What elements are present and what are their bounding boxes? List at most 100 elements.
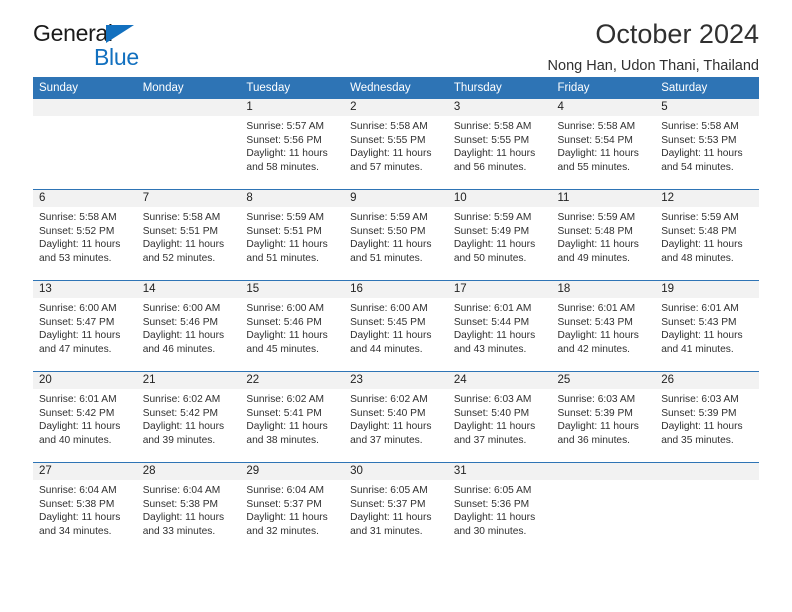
- sunrise-text: Sunrise: 5:57 AM: [246, 121, 324, 132]
- day-cell-inner: 17 Sunrise: 6:01 AM Sunset: 5:44 PM Dayligh…: [447, 281, 552, 371]
- day-cell-inner: [551, 463, 656, 553]
- sunrise-text: Sunrise: 6:01 AM: [39, 394, 117, 405]
- day-cell[interactable]: 10 Sunrise: 5:59 AM Sunset: 5:49 PM Dayligh…: [447, 189, 552, 281]
- day-number: 6: [33, 190, 137, 207]
- day-cell[interactable]: 4 Sunrise: 5:58 AM Sunset: 5:54 PM Daylight…: [551, 99, 656, 190]
- day-cell[interactable]: 27 Sunrise: 6:04 AM Sunset: 5:38 PM Dayligh…: [33, 462, 137, 553]
- day-cell[interactable]: 29 Sunrise: 6:04 AM Sunset: 5:37 PM Dayligh…: [240, 462, 345, 553]
- day-cell[interactable]: 1 Sunrise: 5:57 AM Sunset: 5:56 PM Daylight…: [240, 99, 345, 190]
- daylight-text-line2: and 32 minutes.: [246, 525, 319, 537]
- day-cell[interactable]: 21 Sunrise: 6:02 AM Sunset: 5:42 PM Dayligh…: [136, 371, 241, 463]
- day-sun-info: Sunrise: 5:58 AM Sunset: 5:55 PM Daylight:…: [344, 116, 448, 174]
- weekday-header-monday: Monday: [136, 77, 241, 99]
- day-cell[interactable]: 24 Sunrise: 6:03 AM Sunset: 5:40 PM Dayligh…: [447, 371, 552, 463]
- sunrise-text: Sunrise: 6:03 AM: [453, 394, 532, 405]
- day-number: 24: [447, 372, 552, 389]
- sunset-text: Sunset: 5:46 PM: [142, 316, 219, 328]
- day-cell-inner: [136, 99, 241, 189]
- day-cell[interactable]: 8 Sunrise: 5:59 AM Sunset: 5:51 PM Daylight…: [240, 189, 345, 281]
- day-cell[interactable]: 17 Sunrise: 6:01 AM Sunset: 5:44 PM Dayligh…: [447, 280, 552, 372]
- day-cell[interactable]: 22 Sunrise: 6:02 AM Sunset: 5:41 PM Dayligh…: [240, 371, 345, 463]
- day-number: 2: [344, 99, 448, 116]
- day-cell[interactable]: 25 Sunrise: 6:03 AM Sunset: 5:39 PM Dayligh…: [551, 371, 656, 463]
- sunset-text: Sunset: 5:48 PM: [661, 225, 737, 237]
- day-number: 18: [551, 281, 656, 298]
- day-number: [655, 463, 759, 480]
- day-cell[interactable]: 26 Sunrise: 6:03 AM Sunset: 5:39 PM Dayligh…: [655, 371, 759, 463]
- daylight-text-line2: and 46 minutes.: [142, 343, 216, 355]
- weekday-header-wednesday: Wednesday: [344, 77, 448, 99]
- day-sun-info: Sunrise: 6:02 AM Sunset: 5:40 PM Daylight:…: [344, 389, 448, 447]
- daylight-text-line2: and 39 minutes.: [142, 434, 216, 446]
- day-number: 12: [655, 190, 759, 207]
- day-sun-info: Sunrise: 5:58 AM Sunset: 5:55 PM Daylight:…: [448, 116, 552, 174]
- day-cell-inner: 22 Sunrise: 6:02 AM Sunset: 5:41 PM Dayligh…: [240, 372, 345, 462]
- sunset-text: Sunset: 5:56 PM: [246, 134, 322, 146]
- daylight-text-line2: and 47 minutes.: [39, 343, 112, 355]
- day-cell-inner: 5 Sunrise: 5:58 AM Sunset: 5:53 PM Daylight…: [655, 99, 759, 189]
- sunrise-text: Sunrise: 5:58 AM: [661, 121, 739, 132]
- daylight-text-line1: Daylight: 11 hours: [453, 148, 536, 160]
- day-cell[interactable]: 23 Sunrise: 6:02 AM Sunset: 5:40 PM Dayligh…: [344, 371, 448, 463]
- day-cell[interactable]: 30 Sunrise: 6:05 AM Sunset: 5:37 PM Dayligh…: [344, 462, 448, 553]
- day-cell[interactable]: 11 Sunrise: 5:59 AM Sunset: 5:48 PM Dayligh…: [551, 189, 656, 281]
- day-sun-info: Sunrise: 6:04 AM Sunset: 5:38 PM Daylight:…: [137, 480, 241, 538]
- day-cell-inner: 15 Sunrise: 6:00 AM Sunset: 5:46 PM Dayligh…: [240, 281, 345, 371]
- day-cell[interactable]: 31 Sunrise: 6:05 AM Sunset: 5:36 PM Dayligh…: [447, 462, 552, 553]
- day-cell-inner: 29 Sunrise: 6:04 AM Sunset: 5:37 PM Dayligh…: [240, 463, 345, 553]
- day-sun-info: Sunrise: 6:01 AM Sunset: 5:43 PM Daylight:…: [552, 298, 656, 356]
- daylight-text-line1: Daylight: 11 hours: [142, 421, 225, 433]
- day-cell[interactable]: 18 Sunrise: 6:01 AM Sunset: 5:43 PM Dayligh…: [551, 280, 656, 372]
- weekday-header-tuesday: Tuesday: [240, 77, 345, 99]
- day-cell[interactable]: 5 Sunrise: 5:58 AM Sunset: 5:53 PM Daylight…: [655, 99, 759, 190]
- day-cell-inner: 28 Sunrise: 6:04 AM Sunset: 5:38 PM Dayligh…: [136, 463, 241, 553]
- day-cell-inner: 8 Sunrise: 5:59 AM Sunset: 5:51 PM Daylight…: [240, 190, 345, 280]
- day-sun-info: Sunrise: 6:00 AM Sunset: 5:46 PM Daylight:…: [137, 298, 241, 356]
- day-cell[interactable]: 28 Sunrise: 6:04 AM Sunset: 5:38 PM Dayligh…: [136, 462, 241, 553]
- sunrise-text: Sunrise: 6:03 AM: [557, 394, 636, 405]
- daylight-text-line1: Daylight: 11 hours: [246, 512, 328, 524]
- sunset-text: Sunset: 5:39 PM: [661, 407, 737, 419]
- day-cell[interactable]: 12 Sunrise: 5:59 AM Sunset: 5:48 PM Dayligh…: [655, 189, 759, 281]
- day-cell[interactable]: 6 Sunrise: 5:58 AM Sunset: 5:52 PM Daylight…: [33, 189, 137, 281]
- sunset-text: Sunset: 5:48 PM: [557, 225, 633, 237]
- sunrise-text: Sunrise: 6:04 AM: [246, 485, 324, 496]
- day-cell[interactable]: 14 Sunrise: 6:00 AM Sunset: 5:46 PM Dayligh…: [136, 280, 241, 372]
- daylight-text-line1: Daylight: 11 hours: [350, 330, 432, 342]
- day-number: 4: [551, 99, 656, 116]
- day-cell[interactable]: 7 Sunrise: 5:58 AM Sunset: 5:51 PM Daylight…: [136, 189, 241, 281]
- day-number: 19: [655, 281, 759, 298]
- day-number: 31: [447, 463, 552, 480]
- day-cell-inner: 4 Sunrise: 5:58 AM Sunset: 5:54 PM Daylight…: [551, 99, 656, 189]
- sunrise-text: Sunrise: 5:58 AM: [142, 212, 221, 223]
- daylight-text-line1: Daylight: 11 hours: [661, 148, 743, 160]
- day-number: 25: [551, 372, 656, 389]
- day-cell[interactable]: 3 Sunrise: 5:58 AM Sunset: 5:55 PM Daylight…: [447, 99, 552, 190]
- day-number: 21: [136, 372, 241, 389]
- day-cell[interactable]: 13 Sunrise: 6:00 AM Sunset: 5:47 PM Dayligh…: [33, 280, 137, 372]
- day-cell[interactable]: 19 Sunrise: 6:01 AM Sunset: 5:43 PM Dayligh…: [655, 280, 759, 372]
- sunrise-text: Sunrise: 5:58 AM: [453, 121, 532, 132]
- daylight-text-line1: Daylight: 11 hours: [39, 330, 121, 342]
- sunset-text: Sunset: 5:51 PM: [246, 225, 322, 237]
- daylight-text-line1: Daylight: 11 hours: [246, 330, 328, 342]
- sunrise-text: Sunrise: 6:01 AM: [661, 303, 739, 314]
- daylight-text-line1: Daylight: 11 hours: [246, 148, 328, 160]
- sunset-text: Sunset: 5:47 PM: [39, 316, 115, 328]
- day-cell-inner: 23 Sunrise: 6:02 AM Sunset: 5:40 PM Dayligh…: [344, 372, 448, 462]
- day-cell[interactable]: 16 Sunrise: 6:00 AM Sunset: 5:45 PM Dayligh…: [344, 280, 448, 372]
- sunset-text: Sunset: 5:55 PM: [350, 134, 426, 146]
- day-cell[interactable]: 2 Sunrise: 5:58 AM Sunset: 5:55 PM Daylight…: [344, 99, 448, 190]
- day-number: 30: [344, 463, 448, 480]
- sunrise-text: Sunrise: 6:01 AM: [557, 303, 636, 314]
- day-cell[interactable]: 9 Sunrise: 5:59 AM Sunset: 5:50 PM Daylight…: [344, 189, 448, 281]
- page-title: October 2024: [595, 19, 759, 49]
- daylight-text-line2: and 40 minutes.: [39, 434, 112, 446]
- day-cell-inner: 11 Sunrise: 5:59 AM Sunset: 5:48 PM Dayligh…: [551, 190, 656, 280]
- daylight-text-line1: Daylight: 11 hours: [350, 148, 432, 160]
- daylight-text-line2: and 34 minutes.: [39, 525, 112, 537]
- day-cell[interactable]: 20 Sunrise: 6:01 AM Sunset: 5:42 PM Dayligh…: [33, 371, 137, 463]
- day-sun-info: Sunrise: 6:00 AM Sunset: 5:47 PM Daylight:…: [33, 298, 137, 356]
- day-cell[interactable]: 15 Sunrise: 6:00 AM Sunset: 5:46 PM Dayligh…: [240, 280, 345, 372]
- day-number: 29: [240, 463, 345, 480]
